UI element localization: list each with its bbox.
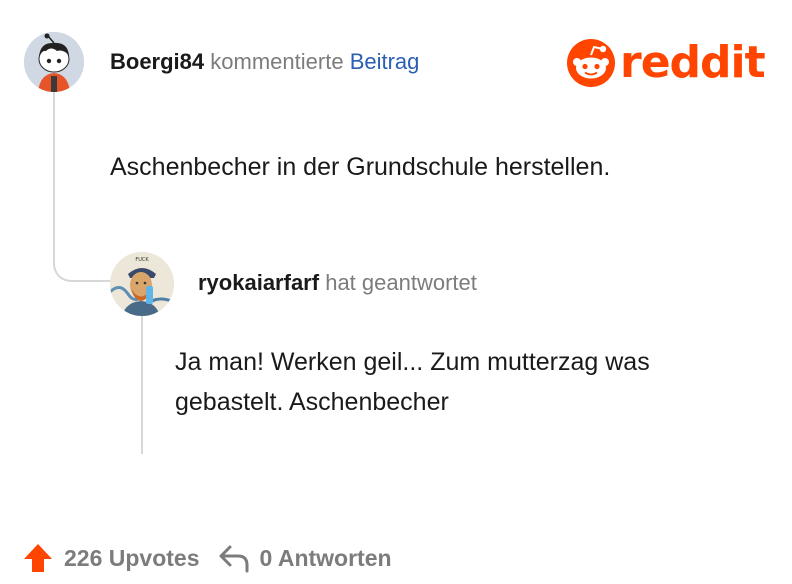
snoo-avatar-icon[interactable] xyxy=(24,32,84,92)
thread-line-elbow xyxy=(53,252,111,282)
van-gogh-avatar-icon[interactable]: FUCK xyxy=(110,252,174,316)
replies-count[interactable]: 0 Antworten xyxy=(260,545,392,572)
reddit-logo: reddit xyxy=(566,37,766,88)
reply-action-text: hat geantwortet xyxy=(325,270,477,295)
reply-comment-header: ryokaiarfarf hat geantwortet xyxy=(198,270,477,296)
op-comment-body: Aschenbecher in der Grundschule herstell… xyxy=(110,153,611,181)
thread-line-reply xyxy=(141,316,143,454)
comment-footer: 226 Upvotes 0 Antworten xyxy=(22,540,392,576)
avatar-caption: FUCK xyxy=(135,257,149,263)
upvote-arrow-icon[interactable] xyxy=(22,542,54,574)
op-action-text: kommentierte xyxy=(210,49,344,74)
op-username[interactable]: Boergi84 xyxy=(110,49,204,74)
reddit-snoo-icon xyxy=(567,39,615,87)
reply-comment-body: Ja man! Werken geil... Zum mutterzag was… xyxy=(175,348,650,416)
reply-arrow-icon[interactable] xyxy=(218,543,250,573)
reply-username[interactable]: ryokaiarfarf xyxy=(198,270,319,295)
reddit-wordmark: reddit xyxy=(620,37,766,88)
upvotes-count: 226 Upvotes xyxy=(64,544,200,571)
op-comment-header: Boergi84 kommentierte Beitrag xyxy=(110,49,419,75)
thread-line-main xyxy=(53,92,55,262)
post-link[interactable]: Beitrag xyxy=(350,49,420,74)
